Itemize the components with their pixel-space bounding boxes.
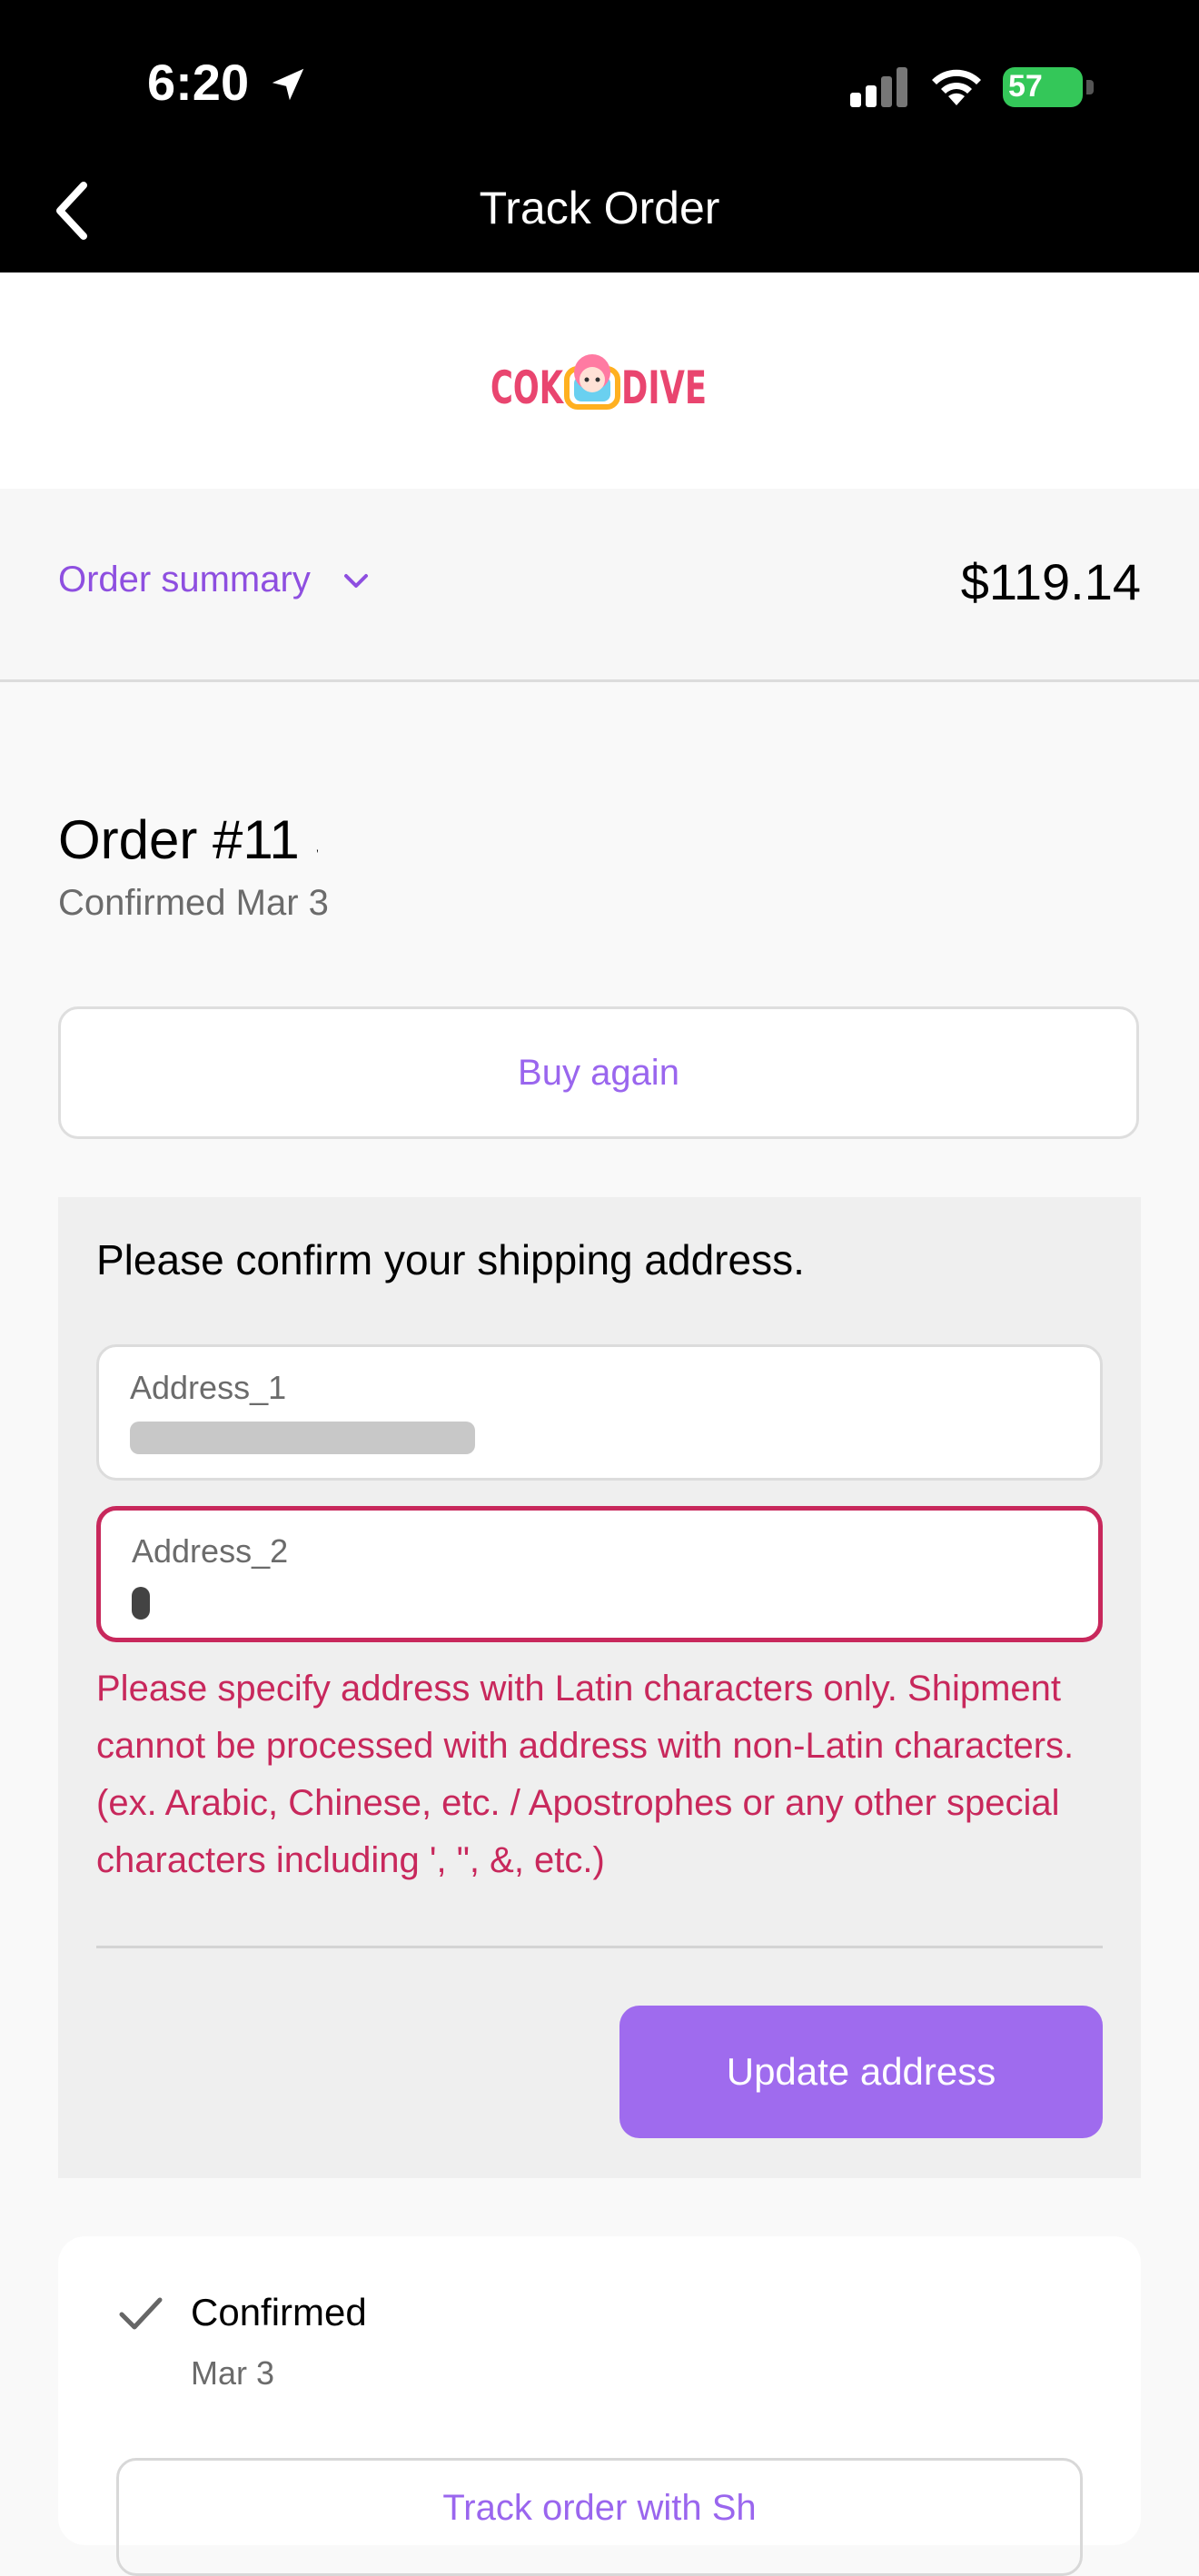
check-icon [119, 2297, 163, 2330]
order-summary-bar[interactable]: Order summary $119.14 [0, 489, 1199, 682]
status-confirmed-label: Confirmed [191, 2291, 367, 2333]
chevron-down-icon[interactable] [343, 572, 369, 590]
location-arrow-icon [272, 68, 304, 101]
address-1-field[interactable]: Address_1 [96, 1344, 1103, 1481]
svg-text:DIVE: DIVE [621, 362, 707, 414]
divider [96, 1946, 1103, 1948]
redacted-address-2 [132, 1587, 150, 1620]
address-error-message: Please specify address with Latin charac… [96, 1669, 1075, 1880]
brand-header: COK DIVE [0, 272, 1199, 489]
status-time: 6:20 [147, 54, 250, 111]
order-status-card: Confirmed Mar 3 Track order with Sh [58, 2236, 1141, 2576]
cellular-signal-icon [850, 67, 907, 107]
order-number: Order #11 5 [58, 809, 345, 870]
page-title: Track Order [479, 183, 720, 233]
brand-logo: COK DIVE [490, 354, 707, 414]
status-confirmed-date: Mar 3 [191, 2354, 275, 2392]
top-bar: 6:20 57 Track Order [0, 0, 1199, 272]
wifi-icon [932, 69, 981, 105]
battery-icon: 57 [1003, 67, 1094, 107]
address-confirm-panel: Please confirm your shipping address. Ad… [58, 1197, 1141, 2178]
update-address-button[interactable]: Update address [619, 2006, 1103, 2138]
svg-text:COK: COK [490, 362, 565, 414]
buy-again-button[interactable]: Buy again [58, 1006, 1139, 1139]
address-1-label: Address_1 [130, 1369, 287, 1406]
redaction-mark [318, 787, 490, 896]
address-confirm-title: Please confirm your shipping address. [96, 1236, 805, 1283]
address-2-field[interactable]: Address_2 [96, 1506, 1103, 1642]
order-summary-toggle[interactable]: Order summary [58, 560, 311, 600]
battery-level: 57 [1008, 69, 1043, 104]
track-order-button[interactable]: Track order with Sh [116, 2458, 1083, 2576]
order-total: $119.14 [960, 553, 1141, 610]
redacted-address-1 [130, 1422, 475, 1454]
order-confirmed-date: Confirmed Mar 3 [58, 883, 329, 923]
track-order-label[interactable]: Track order with Sh [119, 2488, 1080, 2529]
address-2-label: Address_2 [132, 1532, 289, 1570]
